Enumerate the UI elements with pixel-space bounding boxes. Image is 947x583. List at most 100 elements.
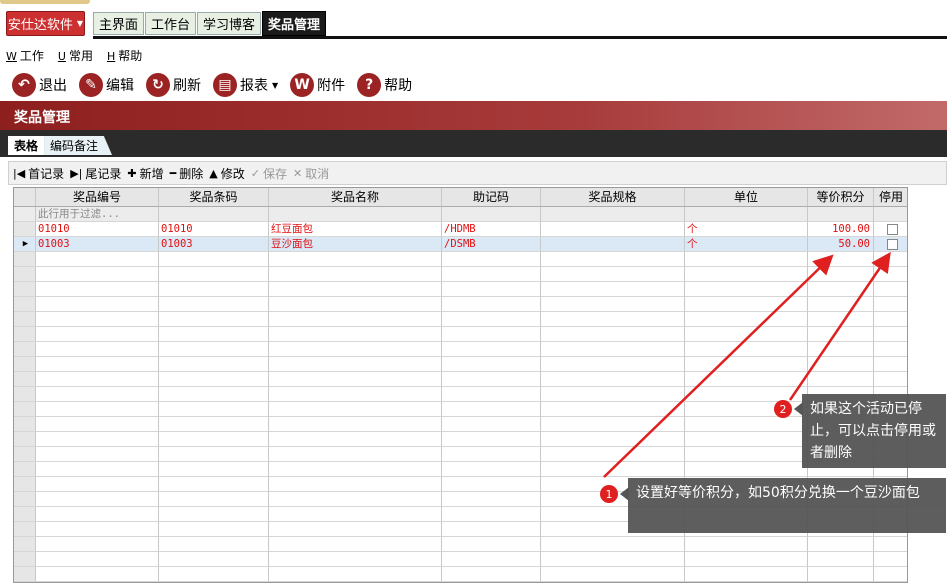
empty-cell bbox=[541, 327, 685, 342]
column-header[interactable]: 奖品规格 bbox=[541, 188, 685, 207]
filter-cell[interactable] bbox=[442, 207, 541, 222]
cell-mnemonic[interactable]: /HDMB bbox=[442, 222, 541, 237]
empty-cell bbox=[269, 297, 442, 312]
delete-button[interactable]: ━ 删除 bbox=[170, 165, 204, 182]
modify-button[interactable]: ▲ 修改 bbox=[209, 165, 244, 182]
tab-blog[interactable]: 学习博客 bbox=[197, 12, 262, 35]
empty-cell bbox=[685, 462, 808, 477]
cell-points[interactable]: 50.00 bbox=[808, 237, 874, 252]
attachment-button[interactable]: W 附件 bbox=[290, 73, 345, 97]
cell-code[interactable]: 01010 bbox=[36, 222, 159, 237]
filter-cell[interactable] bbox=[874, 207, 907, 222]
first-record-button[interactable]: |◀ 首记录 bbox=[13, 165, 64, 182]
annotation-badge-1: 1 bbox=[600, 485, 618, 503]
empty-cell bbox=[159, 327, 269, 342]
current-row-arrow-icon: ▶ bbox=[14, 237, 36, 252]
cell-barcode[interactable]: 01003 bbox=[159, 237, 269, 252]
empty-cell bbox=[541, 312, 685, 327]
cell-unit[interactable]: 个 bbox=[685, 237, 808, 252]
menu-help[interactable]: H 帮助 bbox=[107, 47, 142, 64]
cell-points[interactable]: 100.00 bbox=[808, 222, 874, 237]
printer-icon: ▤ bbox=[213, 73, 237, 97]
refresh-button[interactable]: ↻ 刷新 bbox=[146, 73, 201, 97]
empty-cell bbox=[36, 417, 159, 432]
empty-table-row bbox=[14, 372, 907, 387]
cell-name[interactable]: 红豆面包 bbox=[269, 222, 442, 237]
cell-spec[interactable] bbox=[541, 222, 685, 237]
subtab-code-notes[interactable]: 编码备注 bbox=[44, 136, 113, 155]
empty-table-row bbox=[14, 342, 907, 357]
empty-cell bbox=[808, 282, 874, 297]
empty-cell bbox=[685, 327, 808, 342]
help-button[interactable]: ? 帮助 bbox=[357, 73, 412, 97]
column-header[interactable]: 奖品编号 bbox=[36, 188, 159, 207]
tab-workbench[interactable]: 工作台 bbox=[145, 12, 197, 35]
column-header[interactable]: 停用 bbox=[874, 188, 907, 207]
empty-cell bbox=[442, 477, 541, 492]
empty-cell bbox=[442, 402, 541, 417]
empty-cell bbox=[14, 267, 36, 282]
cell-spec[interactable] bbox=[541, 237, 685, 252]
subtab-band bbox=[0, 130, 947, 155]
empty-cell bbox=[36, 537, 159, 552]
table-row-selected[interactable]: ▶ 01003 01003 豆沙面包 /DSMB 个 50.00 bbox=[14, 237, 907, 252]
column-header[interactable]: 等价积分 bbox=[808, 188, 874, 207]
empty-cell bbox=[36, 387, 159, 402]
cell-code[interactable]: 01003 bbox=[36, 237, 159, 252]
cell-disabled[interactable] bbox=[874, 237, 907, 252]
filter-cell[interactable] bbox=[159, 207, 269, 222]
empty-cell bbox=[442, 342, 541, 357]
filter-cell[interactable] bbox=[541, 207, 685, 222]
annotation-badge-2: 2 bbox=[774, 400, 792, 418]
filter-cell[interactable] bbox=[808, 207, 874, 222]
table-row[interactable]: 01010 01010 红豆面包 /HDMB 个 100.00 bbox=[14, 222, 907, 237]
exit-button[interactable]: ↶ 退出 bbox=[12, 73, 67, 97]
tab-main[interactable]: 主界面 bbox=[93, 12, 145, 35]
empty-cell bbox=[541, 447, 685, 462]
tab-prize-management[interactable]: 奖品管理 bbox=[262, 11, 327, 36]
filter-hint[interactable]: 此行用于过滤... bbox=[36, 207, 159, 222]
column-header[interactable]: 助记码 bbox=[442, 188, 541, 207]
subtab-table[interactable]: 表格 bbox=[8, 136, 45, 155]
cancel-button[interactable]: ✕ 取消 bbox=[293, 165, 329, 182]
cell-name[interactable]: 豆沙面包 bbox=[269, 237, 442, 252]
empty-cell bbox=[159, 417, 269, 432]
app-menu-button[interactable]: 安仕达软件 ▼ bbox=[6, 11, 85, 36]
empty-cell bbox=[159, 342, 269, 357]
filter-row[interactable]: 此行用于过滤... bbox=[14, 207, 907, 222]
empty-cell bbox=[541, 342, 685, 357]
page-header: 奖品管理 bbox=[0, 101, 947, 130]
empty-cell bbox=[14, 432, 36, 447]
filter-cell[interactable] bbox=[685, 207, 808, 222]
edit-button[interactable]: ✎ 编辑 bbox=[79, 73, 134, 97]
save-button[interactable]: ✓ 保存 bbox=[251, 165, 287, 182]
empty-cell bbox=[541, 297, 685, 312]
disabled-checkbox[interactable] bbox=[886, 224, 898, 235]
cell-disabled[interactable] bbox=[874, 222, 907, 237]
empty-cell bbox=[442, 297, 541, 312]
minus-icon: ━ bbox=[169, 166, 177, 180]
column-header[interactable]: 奖品名称 bbox=[269, 188, 442, 207]
annotation-callout-1: 设置好等价积分，如50积分兑换一个豆沙面包 bbox=[628, 478, 946, 533]
cell-mnemonic[interactable]: /DSMB bbox=[442, 237, 541, 252]
add-button[interactable]: ✚ 新增 bbox=[127, 165, 163, 182]
cell-unit[interactable]: 个 bbox=[685, 222, 808, 237]
chevron-down-icon[interactable]: ▼ bbox=[272, 81, 278, 90]
disabled-checkbox[interactable] bbox=[886, 239, 898, 250]
empty-cell bbox=[442, 282, 541, 297]
cell-barcode[interactable]: 01010 bbox=[159, 222, 269, 237]
empty-cell bbox=[874, 327, 907, 342]
column-header[interactable]: 奖品条码 bbox=[159, 188, 269, 207]
empty-table-row bbox=[14, 432, 907, 447]
last-record-button[interactable]: ▶| 尾记录 bbox=[70, 165, 121, 182]
empty-cell bbox=[269, 342, 442, 357]
empty-cell bbox=[541, 402, 685, 417]
report-button[interactable]: ▤ 报表 ▼ bbox=[213, 73, 278, 97]
column-header[interactable]: 单位 bbox=[685, 188, 808, 207]
empty-cell bbox=[36, 342, 159, 357]
menu-work[interactable]: W 工作 bbox=[6, 47, 44, 64]
empty-cell bbox=[874, 537, 907, 552]
menu-common[interactable]: U 常用 bbox=[58, 47, 93, 64]
filter-cell[interactable] bbox=[269, 207, 442, 222]
empty-cell bbox=[159, 372, 269, 387]
